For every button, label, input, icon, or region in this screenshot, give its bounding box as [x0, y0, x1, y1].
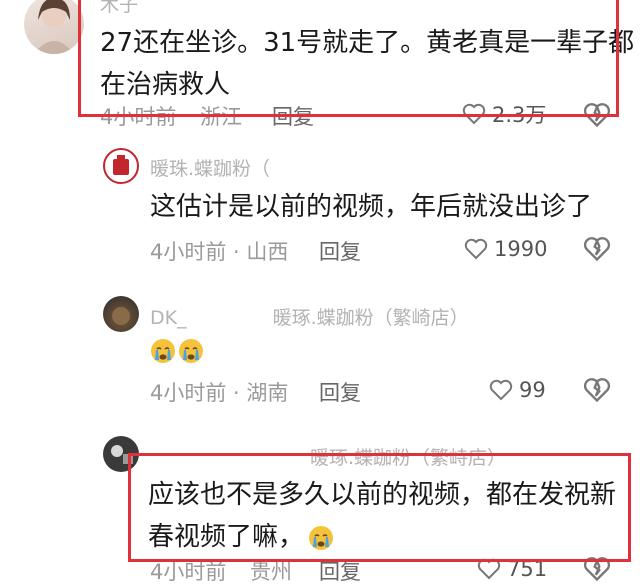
comment-time-location: 4小时前 · 山西: [150, 240, 289, 264]
comment-username[interactable]: 暖珠.蝶跏粉（: [150, 154, 270, 181]
comment-username[interactable]: 暖琢.蝶跏粉（繁峙店）: [150, 443, 506, 470]
comment-text-segment: 春视频了嘛，: [148, 522, 305, 552]
crying-face-emoji: [151, 339, 175, 363]
comment-text-line: 在治病救人: [100, 70, 231, 100]
comment-text-line: 春视频了嘛，: [148, 516, 616, 558]
comment-text: 应该也不是多久以前的视频，都在发祝新 春视频了嘛，: [148, 474, 616, 558]
comment-text-line: 27还在坐诊。31号就走了。黄老真是一辈子都: [100, 28, 635, 58]
user-image-icon: [112, 307, 130, 325]
like-button[interactable]: 751: [477, 554, 547, 584]
comment-time: 4小时前: [100, 105, 177, 129]
crying-face-emoji: [309, 525, 334, 550]
broken-heart-icon[interactable]: [583, 376, 611, 404]
avatar[interactable]: [24, 0, 84, 54]
reply-button[interactable]: 回复: [272, 101, 314, 131]
comment-location: 贵州: [250, 560, 292, 584]
comment-username[interactable]: 木子: [100, 0, 138, 17]
username-tail: 暖琢.蝶跏粉（繁崎店）: [272, 307, 469, 329]
username-tail: 暖琢.蝶跏粉（繁峙店）: [310, 447, 507, 469]
like-count: 2.3万: [492, 103, 547, 127]
user-image-icon: [111, 445, 133, 464]
like-button[interactable]: 99: [489, 375, 546, 405]
shop-logo-icon: [113, 155, 129, 175]
comment-time-location: 4小时前 · 湖南: [150, 381, 289, 405]
broken-heart-icon[interactable]: [583, 555, 611, 583]
avatar[interactable]: [103, 296, 139, 332]
comment-emojis: [150, 338, 206, 364]
heart-outline-icon: [477, 558, 501, 580]
broken-heart-icon[interactable]: [583, 235, 611, 263]
comment-text: 27还在坐诊。31号就走了。黄老真是一辈子都 在治病救人: [100, 22, 634, 106]
avatar[interactable]: [103, 148, 139, 184]
like-count: 99: [519, 378, 546, 402]
crying-face-emoji: [179, 339, 203, 363]
heart-outline-icon: [464, 238, 488, 260]
like-count: 751: [507, 557, 548, 581]
broken-heart-icon[interactable]: [583, 101, 611, 129]
user-portrait-icon: [34, 0, 74, 54]
heart-outline-icon: [462, 103, 486, 125]
reply-button[interactable]: 回复: [319, 236, 361, 266]
heart-outline-icon: [489, 379, 513, 401]
comment-text: 这估计是以前的视频，年后就没出诊了: [150, 192, 593, 222]
reply-button[interactable]: 回复: [319, 377, 361, 407]
username-part: DK_: [150, 307, 187, 329]
reply-button[interactable]: 回复: [319, 556, 361, 586]
avatar[interactable]: [103, 436, 139, 472]
comment-location: 浙江: [200, 105, 242, 129]
like-button[interactable]: 1990: [464, 234, 547, 264]
like-button[interactable]: 2.3万: [462, 99, 546, 129]
comment-text-line: 应该也不是多久以前的视频，都在发祝新: [148, 480, 617, 510]
comment-time: 4小时前: [150, 560, 227, 584]
like-count: 1990: [494, 237, 548, 261]
comment-username[interactable]: DK_ 暖琢.蝶跏粉（繁崎店）: [150, 303, 469, 330]
